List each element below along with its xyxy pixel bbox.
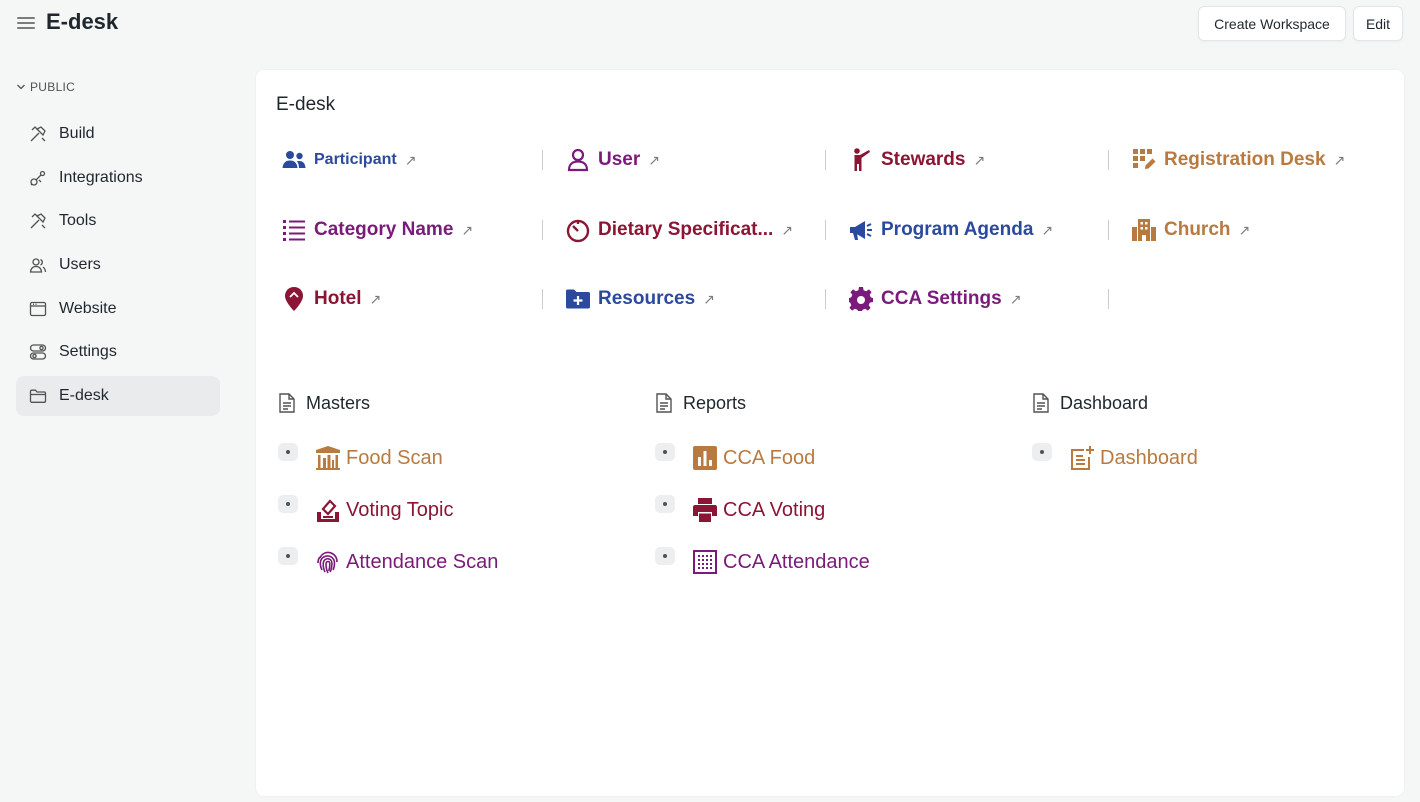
user-icon xyxy=(567,148,589,172)
location-pin-icon xyxy=(285,287,303,311)
column-divider xyxy=(542,289,543,309)
folder-icon xyxy=(29,389,47,403)
external-link-arrow-icon: ↗ xyxy=(369,290,382,307)
external-link-arrow-icon: ↗ xyxy=(1009,290,1022,307)
dotted-grid-icon xyxy=(693,550,717,574)
person-pointing-icon xyxy=(854,148,870,171)
shortcut-registration-desk[interactable]: Registration Desk ↗ xyxy=(1130,145,1345,175)
external-link-arrow-icon: ↗ xyxy=(1238,221,1251,238)
sidebar-item-integrations[interactable]: Integrations xyxy=(16,158,220,198)
link-cca-voting[interactable]: CCA Voting xyxy=(655,495,825,524)
shortcut-hotel[interactable]: Hotel ↗ xyxy=(280,284,381,314)
link-food-scan[interactable]: Food Scan xyxy=(278,443,443,472)
bar-chart-icon xyxy=(693,446,717,470)
document-icon xyxy=(656,393,672,413)
hammer-icon xyxy=(30,126,46,142)
sidebar-item-users[interactable]: Users xyxy=(16,245,220,285)
hamburger-menu-icon[interactable] xyxy=(16,14,36,32)
bullet xyxy=(655,495,675,513)
external-link-arrow-icon: ↗ xyxy=(461,221,474,238)
card-dashboard-header: Dashboard xyxy=(1030,392,1148,414)
card-reports-header: Reports xyxy=(653,392,746,414)
edit-button[interactable]: Edit xyxy=(1353,6,1403,41)
link-voting-topic[interactable]: Voting Topic xyxy=(278,495,454,524)
gear-icon xyxy=(849,287,873,311)
food-stall-icon xyxy=(316,446,340,470)
column-divider xyxy=(542,220,543,240)
grid-pencil-icon xyxy=(1133,149,1156,169)
sidebar-item-tools[interactable]: Tools xyxy=(16,201,220,241)
tools-icon xyxy=(30,213,46,229)
external-link-arrow-icon: ↗ xyxy=(973,151,986,168)
shortcut-stewards[interactable]: Stewards ↗ xyxy=(847,145,985,175)
shortcut-cca-settings[interactable]: CCA Settings ↗ xyxy=(847,284,1021,314)
column-divider xyxy=(825,150,826,170)
column-divider xyxy=(825,220,826,240)
building-icon xyxy=(1132,219,1156,241)
bullet xyxy=(655,443,675,461)
shortcut-program-agenda[interactable]: Program Agenda ↗ xyxy=(847,215,1053,245)
app-title: E-desk xyxy=(46,9,119,34)
printer-icon xyxy=(693,498,717,522)
bullet xyxy=(278,547,298,565)
column-divider xyxy=(542,150,543,170)
sidebar-section-public[interactable]: PUBLIC xyxy=(16,80,75,94)
bullet xyxy=(278,495,298,513)
sidebar-item-website[interactable]: Website xyxy=(16,289,220,329)
external-link-arrow-icon: ↗ xyxy=(404,151,417,168)
ballot-box-icon xyxy=(317,499,339,522)
plug-icon xyxy=(30,170,46,186)
column-divider xyxy=(1108,150,1109,170)
document-icon xyxy=(1033,393,1049,413)
create-workspace-button[interactable]: Create Workspace xyxy=(1198,6,1346,41)
top-bar: E-desk Create Workspace Edit xyxy=(0,0,1420,48)
link-attendance-scan[interactable]: Attendance Scan xyxy=(278,547,498,576)
shortcut-resources[interactable]: Resources ↗ xyxy=(564,284,715,314)
card-masters-header: Masters xyxy=(276,392,370,414)
link-cca-food[interactable]: CCA Food xyxy=(655,443,815,472)
link-cca-attendance[interactable]: CCA Attendance xyxy=(655,547,870,576)
sidebar-item-e-desk[interactable]: E-desk xyxy=(16,376,220,416)
timer-icon xyxy=(566,219,590,243)
document-icon xyxy=(279,393,295,413)
bullet xyxy=(1032,443,1052,461)
external-link-arrow-icon: ↗ xyxy=(648,151,660,168)
folder-plus-icon xyxy=(566,289,590,309)
fingerprint-icon xyxy=(317,551,338,574)
external-link-arrow-icon: ↗ xyxy=(1041,221,1054,238)
column-divider xyxy=(825,289,826,309)
column-divider xyxy=(1108,289,1109,309)
workspace-content: E-desk Participant ↗ User ↗ Stewards ↗ R… xyxy=(256,70,1404,796)
link-dashboard[interactable]: Dashboard xyxy=(1032,443,1198,472)
users-icon xyxy=(29,258,47,273)
list-icon xyxy=(283,220,305,241)
external-link-arrow-icon: ↗ xyxy=(781,221,794,238)
page-title: E-desk xyxy=(276,94,336,115)
sidebar-item-build[interactable]: Build xyxy=(16,114,220,154)
column-divider xyxy=(1108,220,1109,240)
shortcut-category-name[interactable]: Category Name ↗ xyxy=(280,215,473,245)
note-plus-icon xyxy=(1071,446,1094,470)
people-icon xyxy=(282,151,306,168)
shortcut-user[interactable]: User ↗ xyxy=(564,145,660,175)
bullet xyxy=(655,547,675,565)
chevron-down-icon xyxy=(17,84,25,90)
shortcut-participant[interactable]: Participant ↗ xyxy=(280,145,416,175)
external-link-arrow-icon: ↗ xyxy=(1333,151,1346,168)
sidebar-item-settings[interactable]: Settings xyxy=(16,332,220,372)
browser-icon xyxy=(29,301,47,317)
shortcut-dietary-specification[interactable]: Dietary Specificat... ↗ xyxy=(564,215,793,245)
toggles-icon xyxy=(29,344,47,360)
megaphone-icon xyxy=(850,221,872,240)
shortcut-church[interactable]: Church ↗ xyxy=(1130,215,1250,245)
external-link-arrow-icon: ↗ xyxy=(703,290,715,307)
bullet xyxy=(278,443,298,461)
